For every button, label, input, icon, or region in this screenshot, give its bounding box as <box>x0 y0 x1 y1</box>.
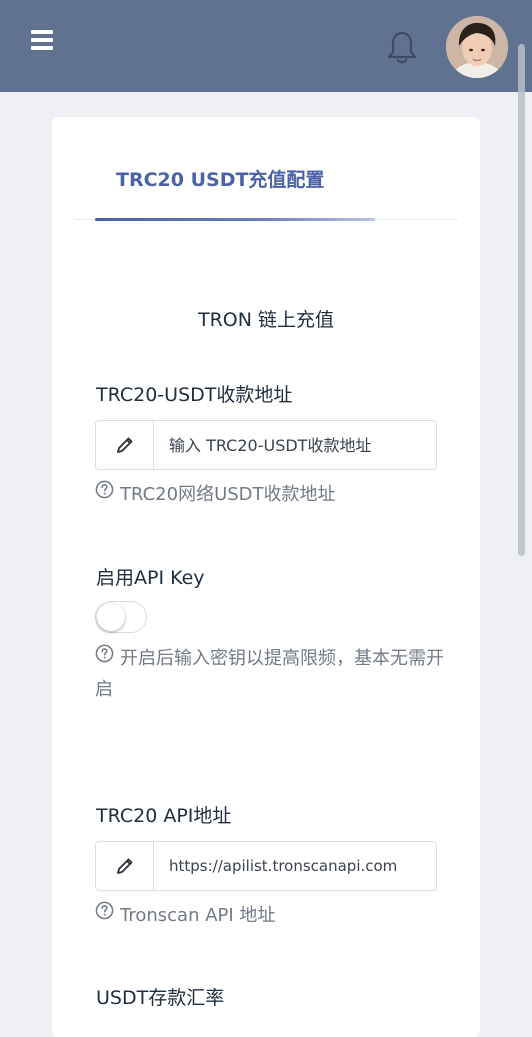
top-navbar <box>0 0 532 92</box>
api-url-label: TRC20 API地址 <box>96 805 232 827</box>
api-url-help-text: Tronscan API 地址 <box>120 905 276 926</box>
api-key-label: 启用API Key <box>96 567 205 589</box>
api-key-help-text: 开启后输入密钥以提高限频，基本无需开启 <box>95 648 444 700</box>
address-help: TRC20网络USDT收款地址 <box>95 479 336 510</box>
api-key-toggle[interactable] <box>95 601 147 633</box>
question-circle-icon <box>95 478 114 509</box>
user-avatar[interactable] <box>446 16 508 78</box>
tab-trc20-usdt-config[interactable]: TRC20 USDT充值配置 <box>116 165 324 192</box>
address-input[interactable] <box>154 421 436 469</box>
pencil-icon <box>96 421 154 469</box>
address-help-text: TRC20网络USDT收款地址 <box>120 484 336 505</box>
api-url-help: Tronscan API 地址 <box>95 900 275 931</box>
section-title: TRON 链上充值 <box>197 309 334 331</box>
config-card: TRC20 USDT充值配置 TRON 链上充值 TRC20-USDT收款地址 … <box>52 117 480 1037</box>
exchange-rate-label: USDT存款汇率 <box>96 987 225 1009</box>
address-input-group <box>95 420 437 470</box>
toggle-knob <box>97 603 125 631</box>
hamburger-menu-icon[interactable] <box>31 30 53 50</box>
pencil-icon <box>96 842 154 890</box>
api-key-help: 开启后输入密钥以提高限频，基本无需开启 <box>95 643 445 705</box>
tab-active-indicator <box>95 218 375 221</box>
question-circle-icon <box>95 642 114 673</box>
bell-icon[interactable] <box>386 30 418 66</box>
api-url-input-group <box>95 841 437 891</box>
page-scrollbar[interactable] <box>518 44 525 556</box>
question-circle-icon <box>95 899 114 930</box>
api-url-input[interactable] <box>154 842 436 890</box>
address-label: TRC20-USDT收款地址 <box>96 384 293 406</box>
